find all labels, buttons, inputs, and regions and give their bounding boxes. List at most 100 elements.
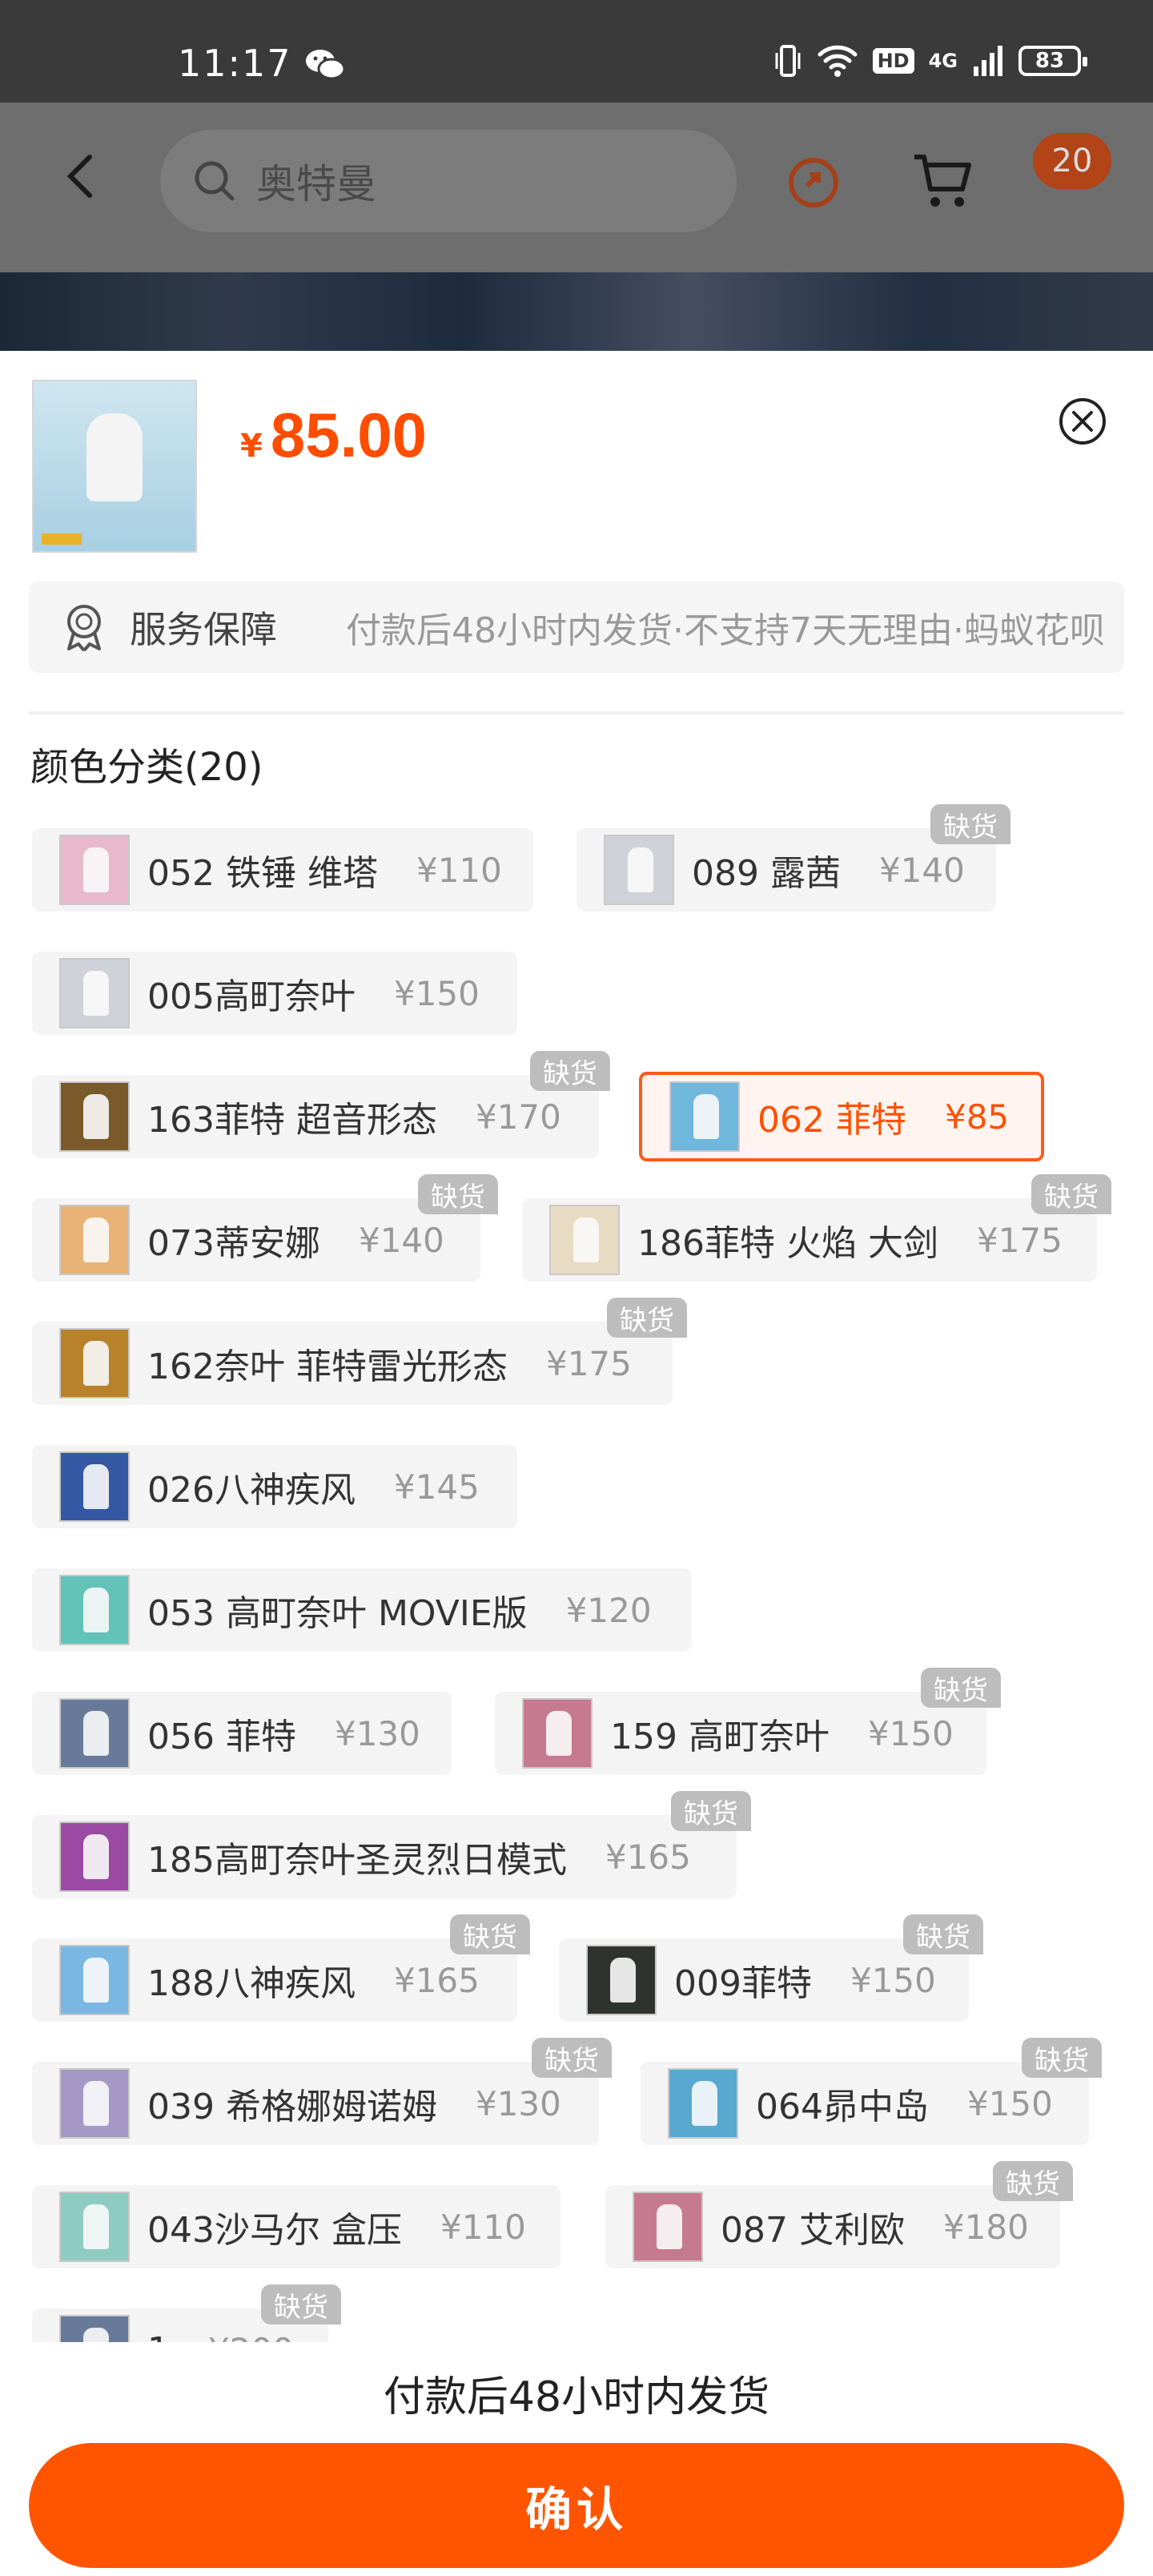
close-icon[interactable] bbox=[1057, 396, 1108, 447]
option-name: 009菲特 bbox=[674, 1963, 812, 2004]
search-placeholder: 奥特曼 bbox=[256, 161, 376, 207]
option-thumbnail bbox=[604, 835, 674, 905]
option-price: ¥140 bbox=[358, 1220, 444, 1260]
option-159[interactable]: 159 高町奈叶 ¥150 bbox=[495, 1692, 986, 1775]
product-price: ¥ 85.00 bbox=[240, 399, 427, 472]
option-thumbnail bbox=[549, 1205, 620, 1275]
option-thumbnail bbox=[59, 1575, 130, 1645]
option-thumbnail bbox=[59, 1821, 130, 1892]
out-of-stock-tag: 缺货 bbox=[930, 804, 1010, 844]
option-name: 064昴中岛 bbox=[756, 2087, 929, 2127]
option-087[interactable]: 087 艾利欧 ¥180 bbox=[605, 2185, 1060, 2268]
service-badge-icon bbox=[67, 605, 101, 652]
option-price: ¥165 bbox=[605, 1837, 691, 1877]
option-price: ¥150 bbox=[867, 1713, 954, 1753]
option-price: ¥130 bbox=[475, 2083, 561, 2123]
out-of-stock-tag: 缺货 bbox=[532, 2038, 612, 2078]
confirm-button[interactable]: 确认 bbox=[29, 2443, 1124, 2568]
hd-badge: HD bbox=[872, 48, 914, 74]
option-052[interactable]: 052 铁锤 维塔 ¥110 bbox=[32, 828, 533, 912]
option-price: ¥150 bbox=[850, 1960, 936, 2000]
option-name: 163菲特 超音形态 bbox=[147, 1100, 437, 1141]
network-label: 4G bbox=[928, 50, 958, 72]
service-guarantee[interactable]: 服务保障 付款后48小时内发货·不支持7天无理由·蚂蚁花呗 bbox=[29, 582, 1124, 673]
option-price: ¥150 bbox=[393, 973, 480, 1013]
service-label: 服务保障 bbox=[130, 608, 277, 651]
option-price: ¥120 bbox=[565, 1590, 652, 1630]
option-064[interactable]: 064昴中岛 ¥150 bbox=[641, 2062, 1089, 2145]
option-thumbnail bbox=[669, 1081, 740, 1152]
option-price: ¥110 bbox=[416, 850, 502, 890]
out-of-stock-tag: 缺货 bbox=[418, 1174, 498, 1214]
out-of-stock-tag: 缺货 bbox=[1031, 1174, 1111, 1214]
share-icon[interactable] bbox=[783, 151, 844, 211]
search-bar[interactable]: 奥特曼 bbox=[160, 130, 737, 232]
option-043[interactable]: 043沙马尔 盒压 ¥110 bbox=[32, 2185, 560, 2268]
option-thumbnail bbox=[522, 1698, 593, 1769]
option-thumbnail bbox=[59, 1205, 130, 1275]
option-price: ¥175 bbox=[545, 1343, 632, 1383]
option-thumbnail bbox=[668, 2068, 738, 2139]
option-thumbnail bbox=[586, 1945, 657, 2015]
option-name: 062 菲特 bbox=[757, 1100, 906, 1141]
option-name: 162奈叶 菲特雷光形态 bbox=[147, 1346, 508, 1387]
option-price: ¥145 bbox=[393, 1467, 480, 1507]
option-name: 026八神疾风 bbox=[147, 1470, 356, 1511]
wifi-icon bbox=[818, 45, 858, 77]
option-name: 087 艾利欧 bbox=[721, 2210, 905, 2251]
price-value: 85.00 bbox=[270, 400, 428, 470]
option-thumbnail bbox=[59, 1451, 130, 1522]
out-of-stock-tag: 缺货 bbox=[903, 1914, 983, 1954]
option-062-selected[interactable]: 062 菲特 ¥85 bbox=[639, 1072, 1044, 1161]
option-price: ¥130 bbox=[334, 1713, 420, 1753]
option-name: 043沙马尔 盒压 bbox=[147, 2210, 402, 2251]
option-name: 005高町奈叶 bbox=[147, 976, 356, 1017]
out-of-stock-tag: 缺货 bbox=[450, 1914, 530, 1954]
option-thumbnail bbox=[633, 2192, 703, 2262]
option-005[interactable]: 005高町奈叶 ¥150 bbox=[32, 952, 517, 1035]
product-thumbnail[interactable] bbox=[32, 380, 197, 553]
wechat-icon bbox=[306, 50, 346, 80]
option-price: ¥170 bbox=[475, 1097, 561, 1137]
status-bar: 11:17 HD 4G 83 bbox=[0, 0, 1153, 103]
option-name: 053 高町奈叶 MOVIE版 bbox=[147, 1593, 528, 1634]
section-title: 颜色分类(20) bbox=[30, 745, 263, 790]
option-name: 089 露茜 bbox=[692, 853, 841, 894]
out-of-stock-tag: 缺货 bbox=[671, 1791, 751, 1831]
out-of-stock-tag: 缺货 bbox=[993, 2161, 1073, 2201]
option-name: 186菲特 火焰 大剑 bbox=[637, 1223, 938, 1264]
option-thumbnail bbox=[59, 835, 130, 905]
cart-icon[interactable] bbox=[911, 151, 975, 211]
option-price: ¥165 bbox=[393, 1960, 480, 2000]
option-price: ¥175 bbox=[976, 1220, 1063, 1260]
option-073[interactable]: 073蒂安娜 ¥140 bbox=[32, 1198, 480, 1282]
option-053[interactable]: 053 高町奈叶 MOVIE版 ¥120 bbox=[32, 1568, 692, 1652]
option-thumbnail bbox=[59, 1081, 130, 1152]
option-price: ¥140 bbox=[878, 850, 965, 890]
option-186[interactable]: 186菲特 火焰 大剑 ¥175 bbox=[522, 1198, 1097, 1282]
option-thumbnail bbox=[59, 1945, 130, 2015]
option-026[interactable]: 026八神疾风 ¥145 bbox=[32, 1445, 517, 1528]
option-name: 073蒂安娜 bbox=[147, 1223, 320, 1264]
out-of-stock-tag: 缺货 bbox=[921, 1668, 1001, 1708]
option-163[interactable]: 163菲特 超音形态 ¥170 bbox=[32, 1075, 599, 1158]
option-name: 039 希格娜姆诺姆 bbox=[147, 2087, 437, 2127]
price-currency: ¥ bbox=[240, 428, 263, 465]
option-price: ¥180 bbox=[942, 2207, 1029, 2247]
search-icon bbox=[195, 161, 235, 201]
option-188[interactable]: 188八神疾风 ¥165 bbox=[32, 1938, 517, 2022]
divider bbox=[29, 711, 1124, 714]
out-of-stock-tag: 缺货 bbox=[1022, 2038, 1102, 2078]
option-thumbnail bbox=[59, 2068, 130, 2139]
signal-icon bbox=[974, 46, 1002, 76]
option-056[interactable]: 056 菲特 ¥130 bbox=[32, 1692, 452, 1775]
back-icon[interactable] bbox=[64, 152, 96, 200]
option-name: 159 高町奈叶 bbox=[610, 1717, 830, 1757]
option-name: 185高町奈叶圣灵烈日模式 bbox=[147, 1840, 567, 1881]
option-185[interactable]: 185高町奈叶圣灵烈日模式 ¥165 bbox=[32, 1815, 737, 1898]
background-header: 奥特曼 20 bbox=[0, 103, 1153, 272]
option-162[interactable]: 162奈叶 菲特雷光形态 ¥175 bbox=[32, 1322, 673, 1405]
option-price: ¥85 bbox=[944, 1097, 1010, 1137]
option-039[interactable]: 039 希格娜姆诺姆 ¥130 bbox=[32, 2062, 599, 2145]
option-name: 052 铁锤 维塔 bbox=[147, 853, 378, 894]
